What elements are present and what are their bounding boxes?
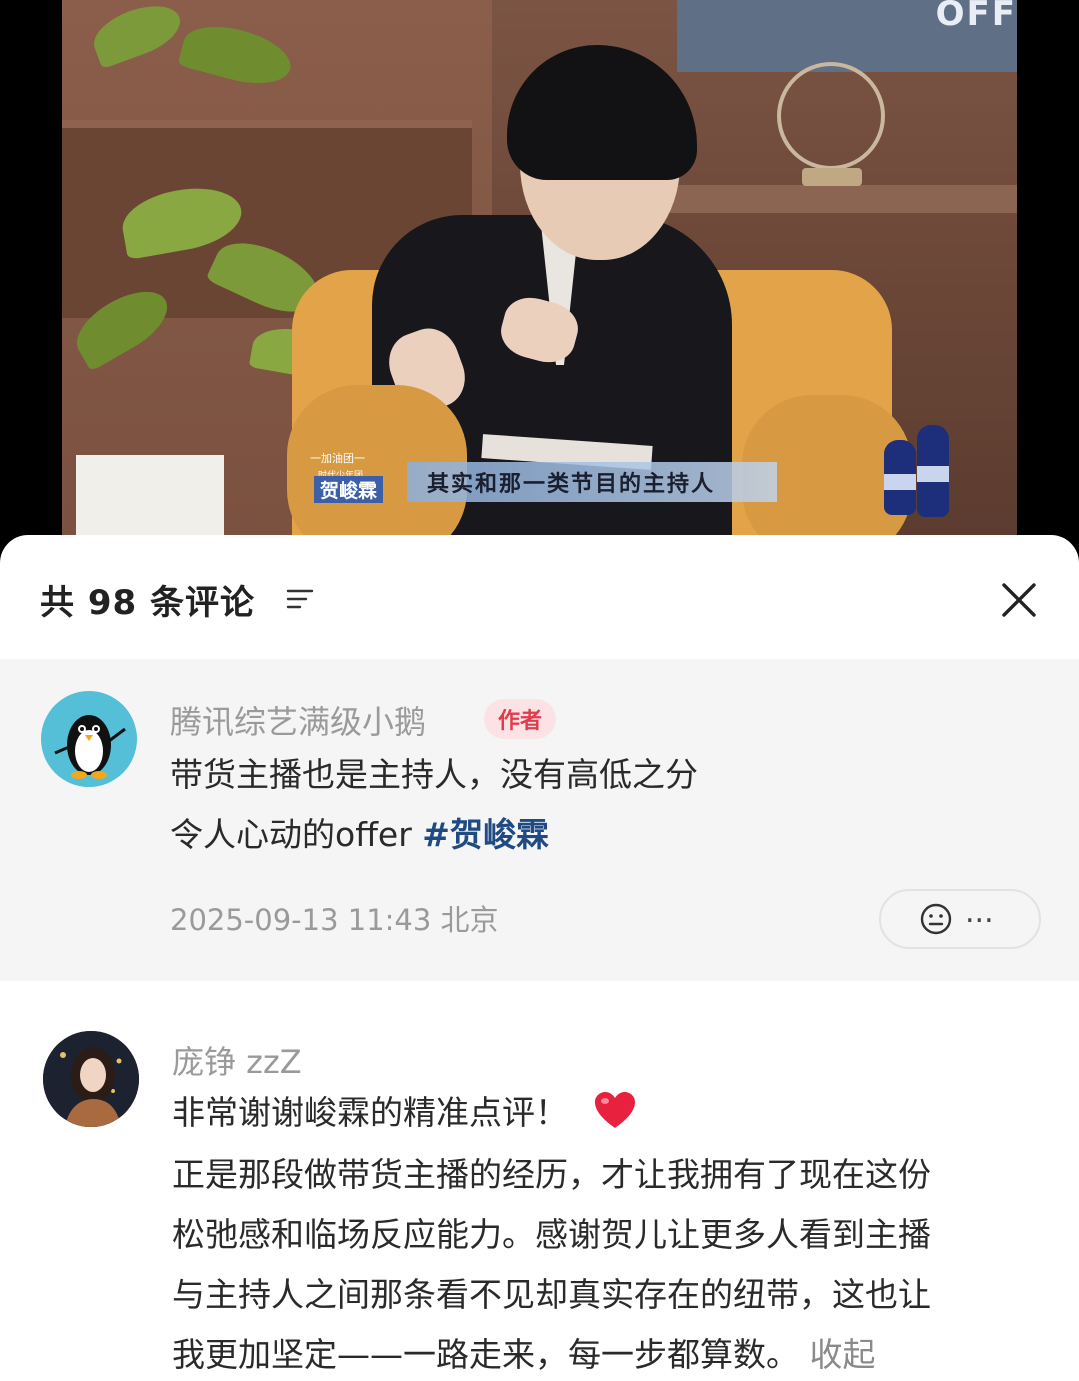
penguin-icon <box>54 715 126 779</box>
globe-ornament <box>777 62 885 170</box>
tag-name: 贺峻霖 <box>314 476 384 503</box>
red-heart-icon <box>594 1092 635 1128</box>
comment-text-segment: 我更加坚定——一路走来，每一步都算数。 <box>172 1335 799 1374</box>
more-label: ... <box>965 895 994 930</box>
portrait-icon <box>43 1031 139 1127</box>
comment-text-segment: 非常谢谢峻霖的精准点评！ <box>172 1093 568 1132</box>
author-badge: 作者 <box>484 699 557 739</box>
neutral-face-icon <box>920 903 952 935</box>
comment-sheet: 共 98 条评论 腾讯综艺满级小鹅 作者 带货主播也是主持人，没有高低之分 令人… <box>0 535 1079 1381</box>
reaction-button[interactable]: ... <box>879 889 1041 949</box>
comment-username[interactable]: 庞铮 zzZ <box>172 1037 302 1083</box>
bottle-label <box>884 473 916 490</box>
comment-text-line: 与主持人之间那条看不见却真实存在的纽带，这也让 <box>172 1275 931 1314</box>
cola-bottle <box>917 425 949 517</box>
comment-text-line: 松弛感和临场反应能力。感谢贺儿让更多人看到主播 <box>172 1215 931 1254</box>
comment-text-line: 非常谢谢峻霖的精准点评！ <box>172 1083 637 1143</box>
close-icon[interactable] <box>998 579 1040 621</box>
right-shelf <box>662 185 1017 213</box>
collapse-link[interactable]: 收起 <box>810 1335 876 1374</box>
portrait-avatar[interactable] <box>43 1031 139 1127</box>
globe-base <box>802 168 862 186</box>
set-sign: OFF <box>677 0 1017 72</box>
comment-username[interactable]: 腾讯综艺满级小鹅 <box>170 697 426 743</box>
sign-text: OFF <box>935 0 1017 34</box>
comment-count-title: 共 98 条评论 <box>40 583 255 623</box>
cola-bottle <box>884 440 916 515</box>
app-screen: OFF 一加油团一 时代少年团 贺峻霖 其实和那一类节目的主持人 <box>0 0 1079 1381</box>
comment-text-line: 令人心动的offer #贺峻霖 <box>170 805 549 865</box>
comment-text-line: 正是那段做带货主播的经历，才让我拥有了现在这份 <box>172 1155 931 1194</box>
comment-text-line: 我更加坚定——一路走来，每一步都算数。 收起 <box>172 1325 876 1381</box>
penguin-avatar-icon[interactable] <box>41 691 137 787</box>
comment-text-line: 带货主播也是主持人，没有高低之分 <box>170 755 698 794</box>
sheet-header: 共 98 条评论 <box>0 535 1079 659</box>
video-frame[interactable]: OFF 一加油团一 时代少年团 贺峻霖 其实和那一类节目的主持人 <box>62 0 1017 560</box>
subtitle-text: 其实和那一类节目的主持人 <box>427 471 716 497</box>
tag-group-label: 一加油团一 <box>310 452 365 465</box>
comment-item[interactable]: 庞铮 zzZ 非常谢谢峻霖的精准点评！ 正是那段做带货主播的经历，才让我拥有了现… <box>0 981 1079 1381</box>
comment-item-author[interactable]: 腾讯综艺满级小鹅 作者 带货主播也是主持人，没有高低之分 令人心动的offer … <box>0 659 1079 981</box>
bottle-label <box>917 466 949 483</box>
person-hair <box>507 45 697 180</box>
name-tag: 一加油团一 时代少年团 贺峻霖 <box>298 450 418 503</box>
hashtag-link[interactable]: #贺峻霖 <box>422 815 549 854</box>
comment-meta: 2025-09-13 11:43 北京 <box>170 903 499 937</box>
comment-text-segment: 令人心动的offer <box>170 815 412 854</box>
sort-lines-icon[interactable] <box>286 587 314 611</box>
